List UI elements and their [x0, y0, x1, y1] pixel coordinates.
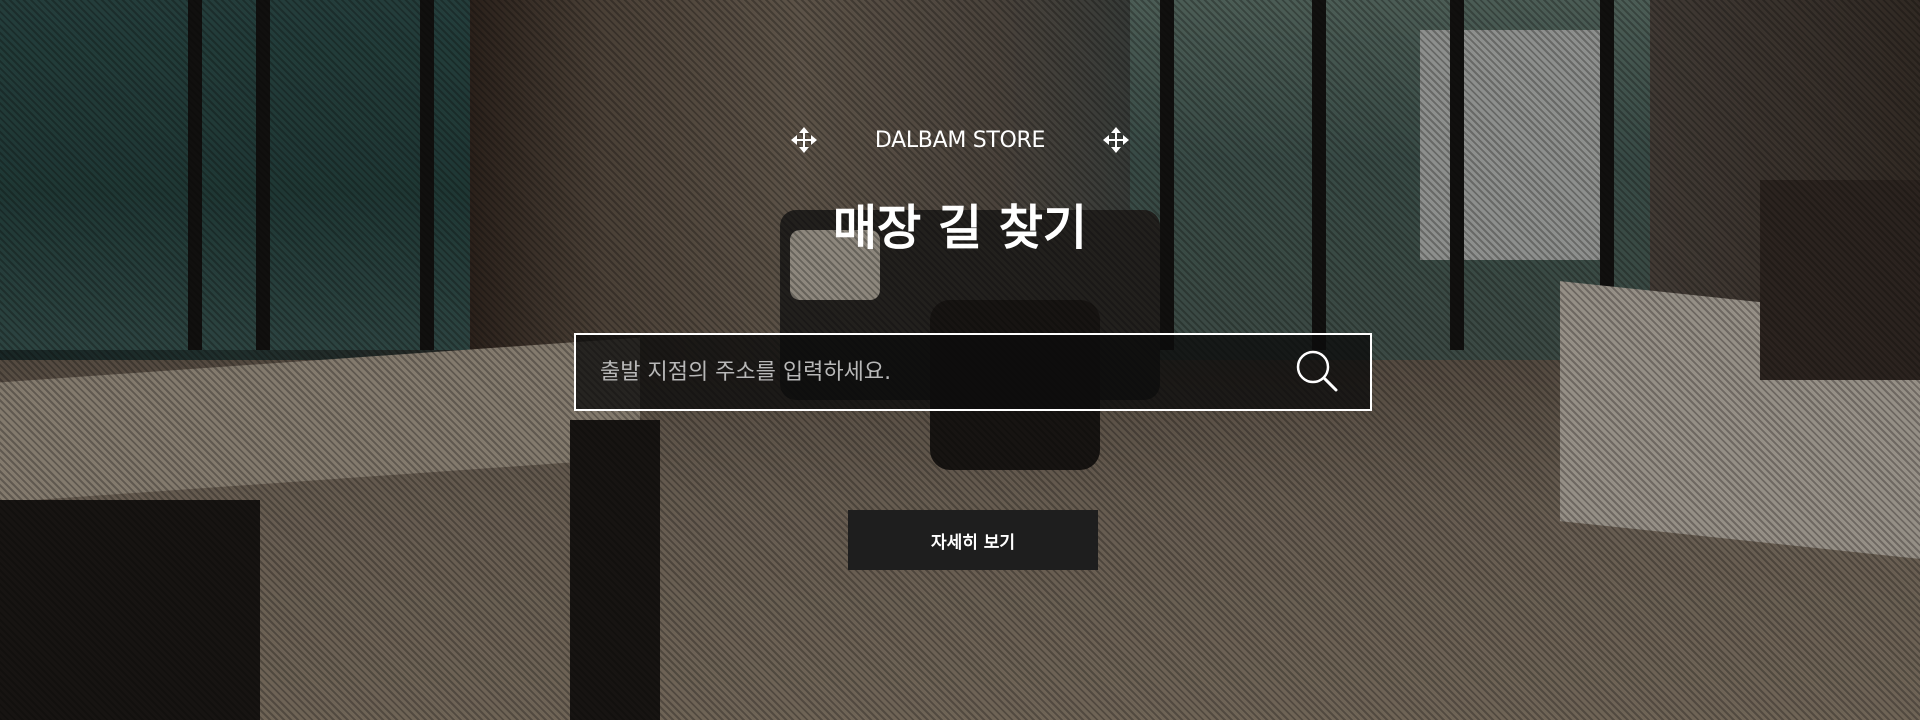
hero-section: DALBAM STORE 매장 길 찾기 출발 지점의 주소를 입력하세요. 자… — [0, 0, 1920, 720]
move-arrows-icon — [791, 127, 817, 153]
search-input[interactable] — [576, 335, 1280, 409]
search-box — [574, 333, 1372, 411]
brand-name: DALBAM STORE — [874, 127, 1046, 153]
hero-content: DALBAM STORE 매장 길 찾기 출발 지점의 주소를 입력하세요. 자… — [0, 0, 1920, 720]
search-icon — [1295, 349, 1339, 396]
brand-row: DALBAM STORE — [0, 118, 1920, 162]
move-arrows-icon — [1103, 127, 1129, 153]
detail-button[interactable]: 자세히 보기 — [848, 510, 1098, 570]
search-button[interactable] — [1280, 335, 1354, 409]
page-title: 매장 길 찾기 — [832, 200, 1088, 256]
